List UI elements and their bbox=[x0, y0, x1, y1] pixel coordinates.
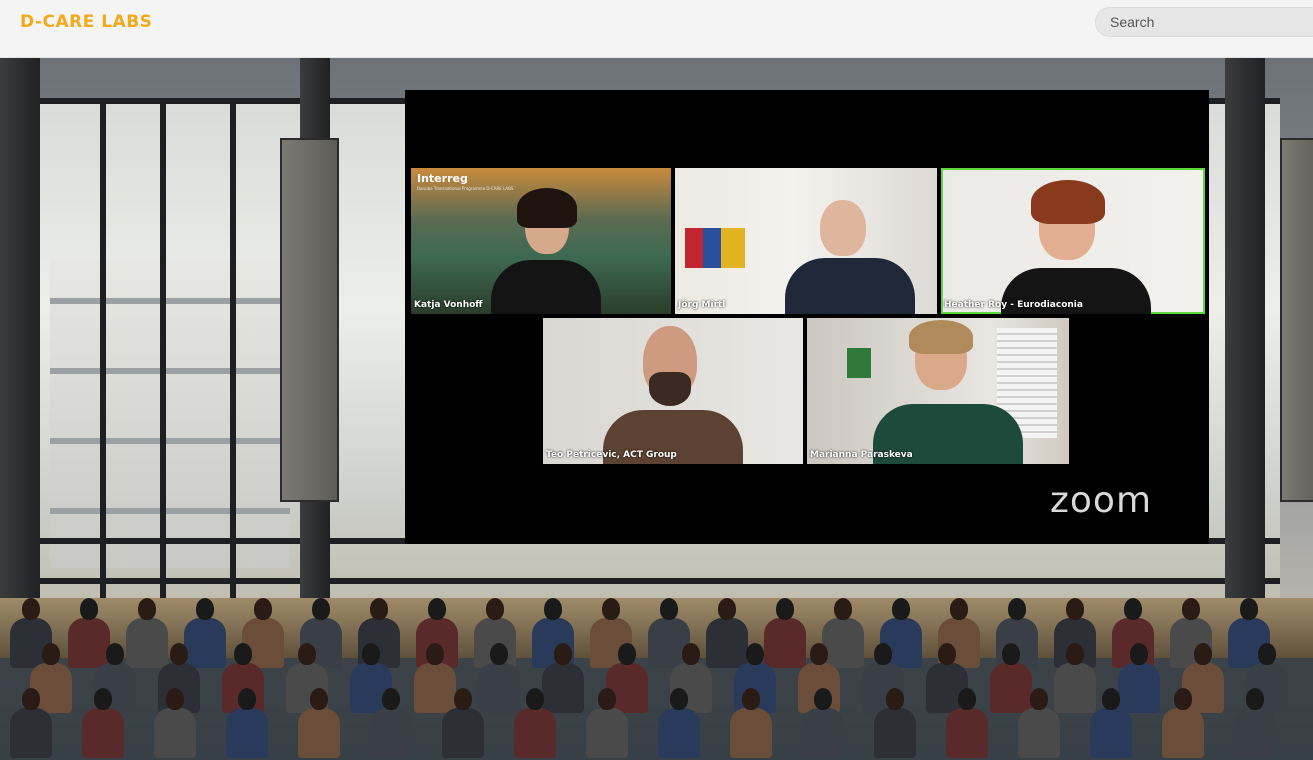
participant-face bbox=[820, 200, 866, 256]
wall-picture bbox=[847, 348, 871, 378]
audience-avatar bbox=[154, 688, 196, 758]
audience-avatar bbox=[802, 688, 844, 758]
speaker-right bbox=[1280, 138, 1313, 502]
audience-avatar bbox=[586, 688, 628, 758]
participant-tile-active-speaker[interactable]: Heather Roy - Eurodiaconia bbox=[941, 168, 1205, 314]
participant-name: Heather Roy - Eurodiaconia bbox=[944, 300, 1083, 310]
top-bar: D-CARE LABS bbox=[0, 0, 1313, 58]
participant-name: Teo Petricevic, ACT Group bbox=[546, 450, 677, 460]
audience-avatar bbox=[442, 688, 484, 758]
audience-avatar bbox=[874, 688, 916, 758]
window-frame bbox=[160, 98, 166, 628]
zoom-meeting-screen[interactable]: Interreg Danube Transnational Programme … bbox=[405, 90, 1209, 544]
participant-name: Katja Vonhoff bbox=[414, 300, 483, 310]
participant-body bbox=[785, 258, 915, 314]
audience-avatar bbox=[370, 688, 412, 758]
zoom-logo: zoom bbox=[1050, 480, 1153, 521]
participant-hair bbox=[517, 188, 577, 228]
audience-avatar bbox=[946, 688, 988, 758]
audience-avatar bbox=[730, 688, 772, 758]
participant-beard bbox=[649, 372, 691, 406]
participant-name: Jörg Mirtl bbox=[678, 300, 726, 310]
audience-avatar bbox=[658, 688, 700, 758]
audience-avatar bbox=[514, 688, 556, 758]
interreg-logo: Interreg bbox=[417, 172, 468, 185]
participant-tile[interactable]: Teo Petricevic, ACT Group bbox=[543, 318, 803, 464]
participant-tile[interactable]: Jörg Mirtl bbox=[675, 168, 937, 314]
participant-tile[interactable]: Marianna Paraskeva bbox=[807, 318, 1069, 464]
audience-avatar bbox=[226, 688, 268, 758]
interreg-subtitle: Danube Transnational Programme D-CARE LA… bbox=[417, 186, 514, 191]
window-frame bbox=[100, 98, 106, 628]
virtual-hall: Interreg Danube Transnational Programme … bbox=[0, 58, 1313, 760]
audience-avatar bbox=[82, 688, 124, 758]
participant-name: Marianna Paraskeva bbox=[810, 450, 913, 460]
audience-avatar bbox=[298, 688, 340, 758]
audience-avatar bbox=[1018, 688, 1060, 758]
participant-hair bbox=[1031, 180, 1105, 224]
audience-avatar bbox=[1090, 688, 1132, 758]
audience-avatar bbox=[10, 688, 52, 758]
audience-avatar bbox=[1162, 688, 1204, 758]
window-frame bbox=[40, 578, 1280, 584]
bookshelf-binders bbox=[685, 228, 745, 268]
brand-logo[interactable]: D-CARE LABS bbox=[20, 12, 152, 32]
search-input[interactable] bbox=[1095, 7, 1313, 37]
audience-avatar bbox=[1234, 688, 1276, 758]
participant-tile[interactable]: Interreg Danube Transnational Programme … bbox=[411, 168, 671, 314]
speaker-left bbox=[280, 138, 339, 502]
outside-building bbox=[50, 258, 290, 568]
window-frame bbox=[230, 98, 236, 628]
participant-body bbox=[491, 260, 601, 314]
participant-hair bbox=[909, 320, 973, 354]
